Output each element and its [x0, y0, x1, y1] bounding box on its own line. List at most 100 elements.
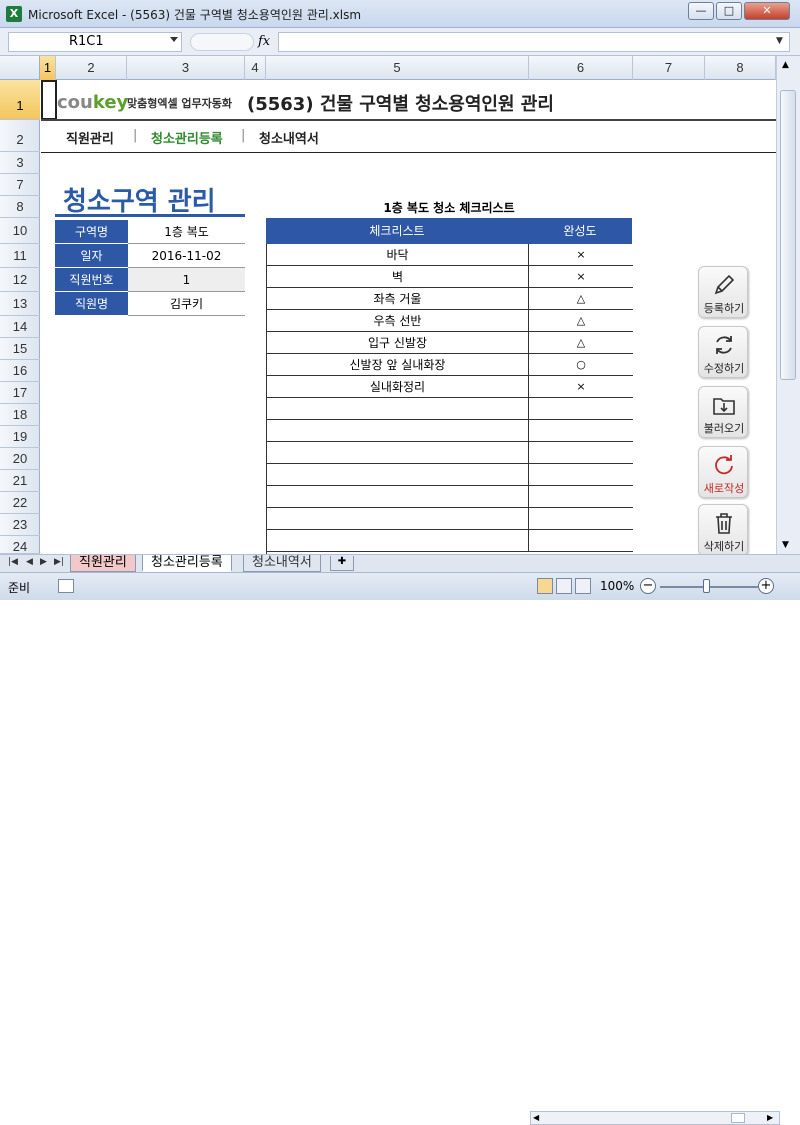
row-header-18[interactable]: 18 [0, 404, 40, 426]
macro-record-icon[interactable] [58, 579, 74, 593]
row-header-14[interactable]: 14 [0, 316, 40, 338]
scroll-down-icon[interactable]: ▼ [782, 540, 789, 550]
row-header-7[interactable]: 7 [0, 174, 40, 196]
sheet-tab-cleaning-history[interactable]: 청소내역서 [243, 555, 321, 572]
row-header-20[interactable]: 20 [0, 448, 40, 470]
sheet-tab-employees[interactable]: 직원관리 [70, 555, 136, 572]
checklist-mark: × [576, 270, 586, 283]
column-header-4[interactable]: 4 [245, 56, 266, 80]
table-row[interactable] [267, 508, 633, 530]
info-label-employee-name: 직원명 [55, 292, 128, 316]
checklist-item: 좌측 거울 [267, 288, 529, 310]
table-row[interactable]: 좌측 거울 △ [267, 288, 633, 310]
row-header-16[interactable]: 16 [0, 360, 40, 382]
sheet-tab-cleaning-register[interactable]: 청소관리등록 [142, 555, 232, 572]
register-button-label: 등록하기 [703, 302, 745, 315]
zoom-in-icon[interactable]: + [758, 578, 774, 594]
excel-icon: X [6, 6, 22, 22]
table-row[interactable]: 입구 신발장 △ [267, 332, 633, 354]
last-sheet-icon[interactable]: ▶| [54, 557, 64, 567]
page-break-view-icon[interactable] [575, 578, 591, 594]
table-row[interactable] [267, 464, 633, 486]
column-header-6[interactable]: 6 [529, 56, 633, 80]
info-value-date[interactable]: 2016-11-02 [128, 244, 245, 268]
vertical-scroll-thumb[interactable] [780, 90, 796, 380]
column-header-1[interactable]: 1 [40, 56, 56, 80]
nav-cleaning-register[interactable]: 청소관리등록 [151, 128, 223, 147]
row-header-12[interactable]: 12 [0, 268, 40, 292]
insert-function-button[interactable]: fx [258, 34, 270, 49]
edit-button[interactable]: 수정하기 [698, 326, 748, 378]
row-header-11[interactable]: 11 [0, 244, 40, 268]
row-header-23[interactable]: 23 [0, 514, 40, 536]
row-header-2[interactable]: 2 [0, 120, 40, 152]
scroll-left-icon[interactable]: ◀ [533, 1113, 539, 1122]
select-all-corner[interactable] [0, 56, 40, 80]
row-header-8[interactable]: 8 [0, 196, 40, 218]
chevron-down-icon[interactable] [170, 37, 178, 42]
insert-sheet-icon[interactable]: ✚ [330, 556, 354, 571]
zoom-level[interactable]: 100% [600, 579, 634, 593]
table-row[interactable] [267, 420, 633, 442]
table-row[interactable]: 벽 × [267, 266, 633, 288]
table-row[interactable]: 신발장 앞 실내화장 ○ [267, 354, 633, 376]
row-header-17[interactable]: 17 [0, 382, 40, 404]
horizontal-scroll-thumb[interactable] [731, 1113, 745, 1123]
row-header-13[interactable]: 13 [0, 292, 40, 316]
nav-employees[interactable]: 직원관리 [66, 128, 114, 147]
close-button[interactable]: ✕ [744, 2, 790, 20]
column-header-2[interactable]: 2 [56, 56, 127, 80]
first-sheet-icon[interactable]: |◀ [8, 557, 18, 567]
zoom-out-icon[interactable]: − [640, 578, 656, 594]
table-row[interactable]: 바닥 × [267, 244, 633, 266]
load-button[interactable]: 불러오기 [698, 386, 748, 438]
info-value-employee-name[interactable]: 김쿠키 [128, 292, 245, 316]
row-header-24[interactable]: 24 [0, 536, 40, 554]
delete-button[interactable]: 삭제하기 [698, 504, 748, 554]
row-header-3[interactable]: 3 [0, 152, 40, 174]
horizontal-scrollbar[interactable]: ◀ ▶ [530, 1111, 780, 1125]
row-header-22[interactable]: 22 [0, 492, 40, 514]
nav-cleaning-history[interactable]: 청소내역서 [259, 128, 319, 147]
info-value-area[interactable]: 1층 복도 [128, 220, 245, 244]
delete-button-label: 삭제하기 [703, 540, 745, 553]
table-row[interactable] [267, 398, 633, 420]
status-bar: 준비 100% − + [0, 572, 800, 600]
row-header-10[interactable]: 10 [0, 218, 40, 244]
table-row[interactable]: 실내화정리 × [267, 376, 633, 398]
column-header-7[interactable]: 7 [633, 56, 705, 80]
new-button[interactable]: 새로작성 [698, 446, 748, 498]
brand-logo-key: key [92, 92, 129, 113]
table-row[interactable] [267, 530, 633, 552]
column-header-3[interactable]: 3 [127, 56, 245, 80]
row-header-1[interactable]: 1 [0, 80, 40, 120]
prev-sheet-icon[interactable]: ◀ [26, 557, 33, 567]
table-row[interactable] [267, 486, 633, 508]
row-header-21[interactable]: 21 [0, 470, 40, 492]
row-header-15[interactable]: 15 [0, 338, 40, 360]
pencil-icon [714, 274, 735, 295]
table-row[interactable] [267, 442, 633, 464]
register-button[interactable]: 등록하기 [698, 266, 748, 318]
table-row[interactable]: 우측 선반 △ [267, 310, 633, 332]
maximize-button[interactable]: □ [716, 2, 742, 20]
normal-view-icon[interactable] [537, 578, 553, 594]
worksheet[interactable]: coukey 맞춤형엑셀 업무자동화 (5563) 건물 구역별 청소용역인원 … [41, 80, 776, 554]
active-cell[interactable] [41, 80, 57, 120]
nav-separator: | [241, 128, 246, 143]
column-header-5[interactable]: 5 [266, 56, 529, 80]
zoom-slider-thumb[interactable] [703, 579, 710, 593]
vertical-scrollbar[interactable]: ▲ ▼ [776, 56, 800, 554]
formula-input[interactable] [278, 32, 790, 52]
page-layout-view-icon[interactable] [556, 578, 572, 594]
column-header-8[interactable]: 8 [705, 56, 776, 80]
row-header-19[interactable]: 19 [0, 426, 40, 448]
scroll-right-icon[interactable]: ▶ [767, 1113, 773, 1122]
next-sheet-icon[interactable]: ▶ [40, 557, 47, 567]
checklist-item: 바닥 [267, 244, 529, 266]
expand-formula-icon[interactable]: ▼ [776, 36, 783, 46]
scroll-up-icon[interactable]: ▲ [782, 60, 789, 70]
info-value-employee-no[interactable]: 1 [128, 268, 245, 292]
name-box[interactable]: R1C1 [8, 32, 182, 52]
minimize-button[interactable]: — [688, 2, 714, 20]
